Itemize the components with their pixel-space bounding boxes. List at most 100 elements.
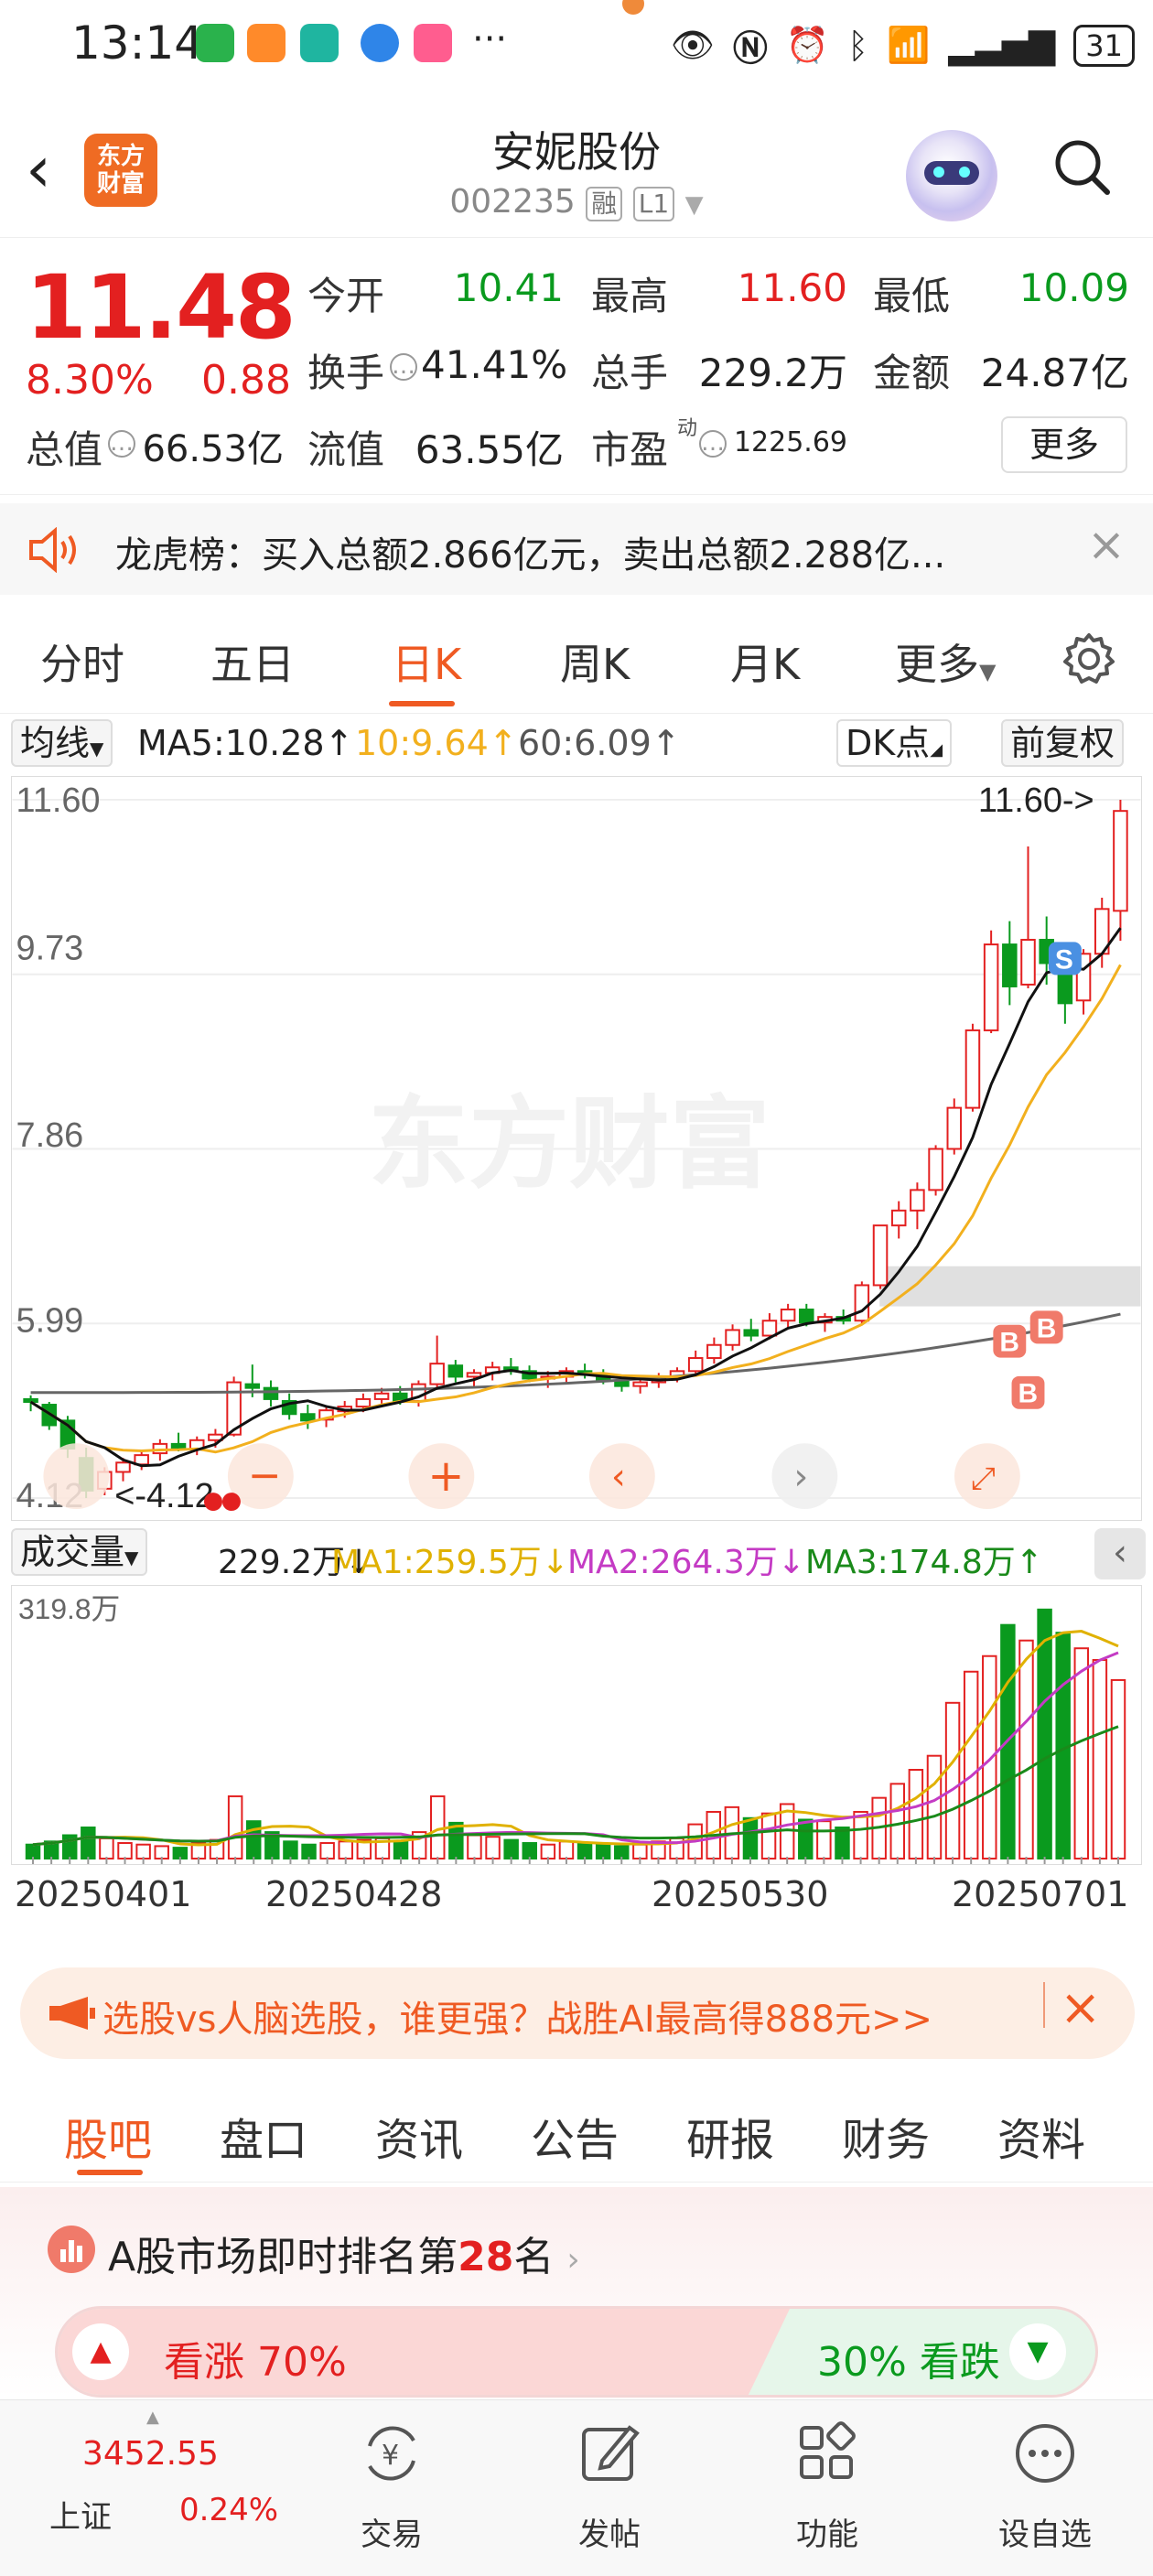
float-value: 63.55亿 [415, 427, 564, 472]
divider [0, 494, 1153, 495]
market-rank-card: A股市场即时排名第28名 › ▲ 看涨 70% 30% 看跌 ▼ [0, 2187, 1153, 2398]
info-icon[interactable]: … [108, 430, 135, 458]
speaker-icon [29, 527, 76, 573]
volume-bar [835, 1826, 850, 1860]
volume-value: 229.2万 [698, 350, 847, 395]
nav-trade[interactable]: ¥ 交易 [318, 2419, 465, 2554]
tab-finance[interactable]: 财务 [842, 2104, 930, 2168]
tab-more[interactable]: 更多▼ [895, 631, 996, 692]
promo-text: 选股vs人脑选股，谁更强？战胜AI最高得888元>> [102, 1999, 933, 2041]
tab-fenshi[interactable]: 分时 [40, 631, 124, 692]
candle-body [780, 1308, 796, 1322]
nav-add-watchlist[interactable]: 设自选 [972, 2419, 1118, 2554]
index-quote[interactable]: ▲ 3452.55 上证 0.24% [18, 2408, 278, 2550]
caret-up-icon: ▲ [146, 2408, 159, 2427]
pe-value: 1225.69 [733, 426, 847, 458]
wechat-icon [196, 24, 234, 62]
collapse-button[interactable]: ‹ [1094, 1528, 1146, 1579]
dragon-tiger-notice[interactable]: 龙虎榜：买入总额2.866亿元，卖出总额2.288亿... × [0, 503, 1153, 595]
close-icon[interactable]: × [1060, 1978, 1101, 2036]
volume-bar [816, 1820, 832, 1860]
more-apps-indicator: ··· [472, 18, 508, 60]
ai-robot-avatar[interactable] [906, 130, 997, 221]
info-icon[interactable]: … [390, 353, 417, 381]
tab-announcement[interactable]: 公告 [531, 2104, 619, 2168]
gear-icon[interactable] [1061, 631, 1116, 686]
tab-pankou[interactable]: 盘口 [220, 2104, 307, 2168]
tab-guba[interactable]: 股吧 [64, 2104, 152, 2168]
ma5-label: MA5:10.28↑ [137, 723, 354, 763]
search-icon[interactable] [1052, 137, 1111, 196]
caret-down-icon: ▼ [684, 191, 704, 219]
volume-bar [1092, 1658, 1108, 1860]
tab-monthly-k[interactable]: 月K [730, 631, 800, 692]
volume-bars [25, 1608, 1126, 1860]
tab-weekly-k[interactable]: 周K [560, 631, 630, 692]
buy-mark-label: B [999, 1328, 1019, 1358]
float-label: 流值 [307, 427, 385, 472]
volume-bar [81, 1826, 96, 1860]
vol-ma1: MA1:259.5万↓ [331, 1544, 569, 1581]
nav-functions[interactable]: 功能 [754, 2419, 900, 2554]
amount-label: 金额 [873, 350, 951, 395]
rank-text[interactable]: A股市场即时排名第28名 › [108, 2224, 580, 2282]
y-label-top: 11.60 [16, 781, 101, 820]
ma-selector[interactable]: 均线▼ [11, 719, 113, 767]
tab-news[interactable]: 资讯 [375, 2104, 463, 2168]
info-icon[interactable]: … [699, 430, 727, 458]
vol-ma3: MA3:174.8万↑ [805, 1544, 1043, 1581]
candle-body [355, 1397, 372, 1408]
mktcap-label: 总值 [26, 427, 103, 472]
candle-body [687, 1357, 704, 1373]
arrow-up-icon[interactable]: ▲ [72, 2323, 129, 2380]
stock-header: ‹ 东方 财富 安妮股份 002235 融 L1 ▼ [0, 101, 1153, 238]
dk-point-button[interactable]: DK点◢ [836, 719, 953, 767]
notice-text: 龙虎榜：买入总额2.866亿元，卖出总额2.288亿... [115, 534, 946, 577]
more-button[interactable]: 更多 [1001, 416, 1127, 473]
plus-icon: + [427, 1451, 464, 1502]
volume-bar [135, 1843, 151, 1860]
ma10-line [29, 964, 1122, 1454]
candle-body [632, 1381, 648, 1387]
date-axis: 20250401 20250428 20250530 20250701 [0, 1874, 1153, 1916]
tab-daily-k[interactable]: 日K [392, 631, 461, 692]
candle-body [743, 1329, 760, 1337]
buy-sell-marks: BBBS [993, 942, 1082, 1409]
bullish-label: 看涨 70% [164, 2339, 347, 2386]
volume-bar [154, 1845, 169, 1860]
tab-profile[interactable]: 资料 [997, 2104, 1085, 2168]
close-icon[interactable]: × [1087, 518, 1126, 571]
promo-banner[interactable]: 选股vs人脑选股，谁更强？战胜AI最高得888元>> × [20, 1967, 1135, 2059]
candle-body [725, 1329, 740, 1346]
date-label: 20250530 [652, 1874, 829, 1914]
bluetooth-icon: ᛒ [847, 25, 869, 66]
margin-tag: 融 [586, 187, 623, 221]
candle-body [854, 1284, 870, 1322]
nav-post[interactable]: 发帖 [536, 2419, 683, 2554]
vol-ma2: MA2:264.3万↓ [567, 1544, 805, 1581]
volume-bar [467, 1834, 482, 1860]
volume-bar [595, 1843, 611, 1860]
bottom-navigation: ▲ 3452.55 上证 0.24% ¥ 交易 发帖 功能 设自选 [0, 2399, 1153, 2576]
alarm-icon: ⏰ [785, 25, 830, 65]
arrow-down-icon[interactable]: ▼ [1009, 2323, 1066, 2380]
candle-body [23, 1397, 38, 1403]
tab-wuri[interactable]: 五日 [210, 631, 295, 692]
volume-bar [614, 1845, 630, 1860]
ellipsis-circle-icon [1016, 2424, 1074, 2483]
tab-research[interactable]: 研报 [686, 2104, 774, 2168]
volume-selector[interactable]: 成交量▼ [11, 1528, 148, 1576]
volume-chart: 319.8万 [11, 1585, 1142, 1865]
volume-bar [283, 1840, 298, 1860]
volume-bar [760, 1812, 777, 1860]
volume-y-max: 319.8万 [18, 1592, 120, 1625]
expand-icon: ⤢ [971, 1460, 996, 1496]
level-tag: L1 [632, 187, 675, 221]
kline-chart[interactable]: 东方财富 BBBS 11.60 9.73 7.86 5.99 4.12 11.6… [11, 776, 1142, 1521]
volume-bar [853, 1810, 868, 1860]
adjust-button[interactable]: 前复权 [1001, 719, 1125, 767]
stock-code: 002235 [449, 183, 576, 221]
bar-chart-icon [48, 2226, 95, 2273]
bearish-label: 30% 看跌 [817, 2339, 1000, 2386]
grid-icon [800, 2421, 856, 2479]
